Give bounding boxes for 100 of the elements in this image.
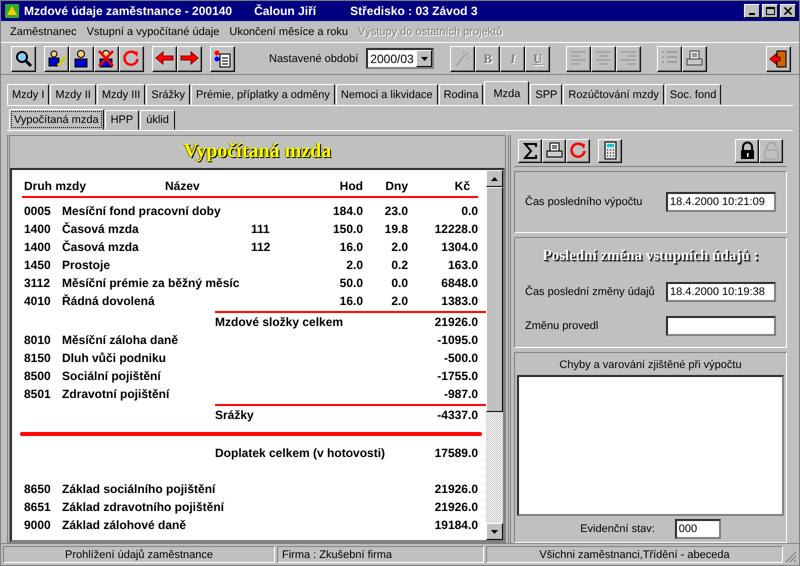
tab[interactable]: Vypočítaná mzda	[9, 109, 104, 130]
table-cell-text: 21926.0	[434, 481, 478, 497]
refresh-icon	[568, 141, 588, 160]
menu-item[interactable]: Vstupní a vypočítané údaje	[82, 26, 224, 38]
tab[interactable]: Nemoci a likvidace	[336, 84, 438, 105]
column-header: Název	[164, 178, 201, 194]
table-cell-text: 12228.0	[434, 221, 478, 237]
refresh-button[interactable]	[566, 138, 590, 162]
total-label: Doplatek celkem (v hotovosti)	[215, 445, 386, 461]
tab[interactable]: úklid	[140, 110, 175, 130]
table-cell-text: 19.8	[384, 221, 408, 237]
right-arrow-icon	[180, 49, 199, 68]
search-icon	[14, 49, 33, 68]
table-cell-text: 50.0	[338, 275, 363, 291]
table-cell-text: Dluh vůči podniku	[62, 350, 167, 366]
exit-door-button[interactable]	[766, 46, 791, 72]
center-label: Středisko : 03 Závod 3	[350, 4, 478, 18]
table-cell-text: 2.0	[345, 257, 363, 273]
list-button[interactable]	[657, 46, 682, 72]
search-button[interactable]	[11, 46, 36, 72]
table-cell-text: 19184.0	[434, 517, 478, 533]
refresh-button[interactable]	[119, 46, 144, 72]
table-cell-text: 150.0	[332, 221, 363, 237]
table-cell-text: Základ zálohové daně	[62, 517, 188, 533]
align-center-icon	[594, 49, 614, 68]
dropdown-arrow-icon	[420, 56, 428, 60]
field-label: Čas posledního výpočtu	[525, 196, 642, 208]
unlock-icon	[762, 141, 780, 160]
tab[interactable]: Soc. fond	[664, 84, 722, 105]
table-cell-text: 8500	[23, 368, 52, 384]
table-cell-text: 6848.0	[440, 275, 478, 291]
input-field[interactable]: 18.4.2000 10:21:09	[666, 192, 776, 212]
tab[interactable]: Prémie, příplatky a odměny	[191, 84, 335, 105]
table-cell-text: 2.0	[390, 239, 408, 255]
errors-label: Chyby a varování zjištěné při výpočtu	[558, 359, 743, 373]
sum-button[interactable]	[518, 138, 542, 162]
left-arrow-button[interactable]	[152, 46, 177, 72]
table-cell-text: 8150	[23, 350, 52, 366]
tab[interactable]: HPP	[104, 110, 140, 130]
table-cell-text: 1304.0	[440, 239, 478, 255]
period-label: Nastavené období	[269, 52, 358, 64]
table-cell-text: 21926.0	[434, 314, 478, 330]
refresh-icon	[122, 49, 141, 68]
left-arrow-icon	[155, 49, 174, 68]
table-cell-text: Časová mzda	[62, 221, 140, 237]
right-arrow-button[interactable]	[177, 46, 202, 72]
table-cell-text: -1095.0	[436, 332, 478, 348]
tab[interactable]: Rozúčtování mzdy	[563, 84, 664, 105]
scrollbar[interactable]	[486, 170, 503, 540]
printer-icon	[685, 49, 704, 68]
close-icon	[784, 7, 792, 15]
table-cell-text: 17589.0	[434, 445, 478, 461]
table-cell-text: Zdravotní pojištění	[62, 386, 171, 402]
tab[interactable]: Mzdy III	[96, 84, 146, 105]
tab[interactable]: Srážky	[146, 84, 190, 105]
table-cell-text: 8010	[23, 332, 52, 348]
person-button[interactable]	[69, 46, 94, 72]
period-dropdown[interactable]: 2000/03	[366, 48, 434, 69]
align-left-icon	[569, 49, 588, 68]
table-cell-text: 1400	[23, 221, 52, 237]
scroll-thumb[interactable]	[486, 187, 503, 412]
input-field[interactable]: 000	[674, 519, 721, 539]
align-right-button[interactable]	[616, 46, 642, 72]
table-cell-text: 0.0	[460, 203, 478, 219]
person-edit-icon	[47, 49, 66, 68]
table-cell-text: 1400	[23, 239, 52, 255]
printer-button[interactable]	[682, 46, 708, 72]
unlock-button[interactable]	[759, 138, 783, 162]
tab[interactable]: Mzdy I	[7, 84, 50, 105]
minimize-button[interactable]	[744, 4, 760, 18]
align-left-button[interactable]	[566, 46, 592, 72]
tab[interactable]: Mzdy II	[50, 84, 96, 105]
table-cell-text: 23.0	[384, 203, 408, 219]
input-field[interactable]: 18.4.2000 10:19:38	[666, 282, 776, 302]
tab[interactable]: Mzda	[484, 81, 530, 105]
close-button[interactable]	[780, 4, 796, 18]
person-edit-button[interactable]	[44, 46, 69, 72]
delete-person-button[interactable]	[94, 46, 119, 72]
table-cell-text: 111	[251, 221, 271, 237]
up-arrow-icon	[491, 176, 498, 180]
menu-item[interactable]: Ukončení měsíce a roku	[224, 26, 353, 38]
employee-name: Čaloun Jiří	[254, 4, 316, 18]
input-field[interactable]	[666, 316, 776, 336]
column-header: Hod	[338, 178, 363, 194]
document-icon	[213, 49, 232, 68]
tab[interactable]: SPP	[530, 84, 562, 105]
maximize-button[interactable]	[762, 4, 778, 18]
align-center-button[interactable]	[591, 46, 616, 72]
table-cell-text: 8651	[23, 499, 52, 515]
table-cell-text: Prostoje	[62, 257, 112, 273]
errors-list[interactable]	[517, 375, 784, 516]
column-header: Dny	[384, 178, 408, 194]
sparkle-button[interactable]	[450, 46, 476, 72]
printer-button[interactable]	[542, 138, 566, 162]
table-cell-text: 8650	[23, 481, 52, 497]
document-button[interactable]	[210, 46, 235, 72]
menu-item[interactable]: Zaměstnanec	[5, 26, 82, 38]
lock-button[interactable]	[735, 138, 759, 162]
tab[interactable]: Rodina	[438, 84, 484, 105]
calculator-button[interactable]	[598, 138, 622, 162]
